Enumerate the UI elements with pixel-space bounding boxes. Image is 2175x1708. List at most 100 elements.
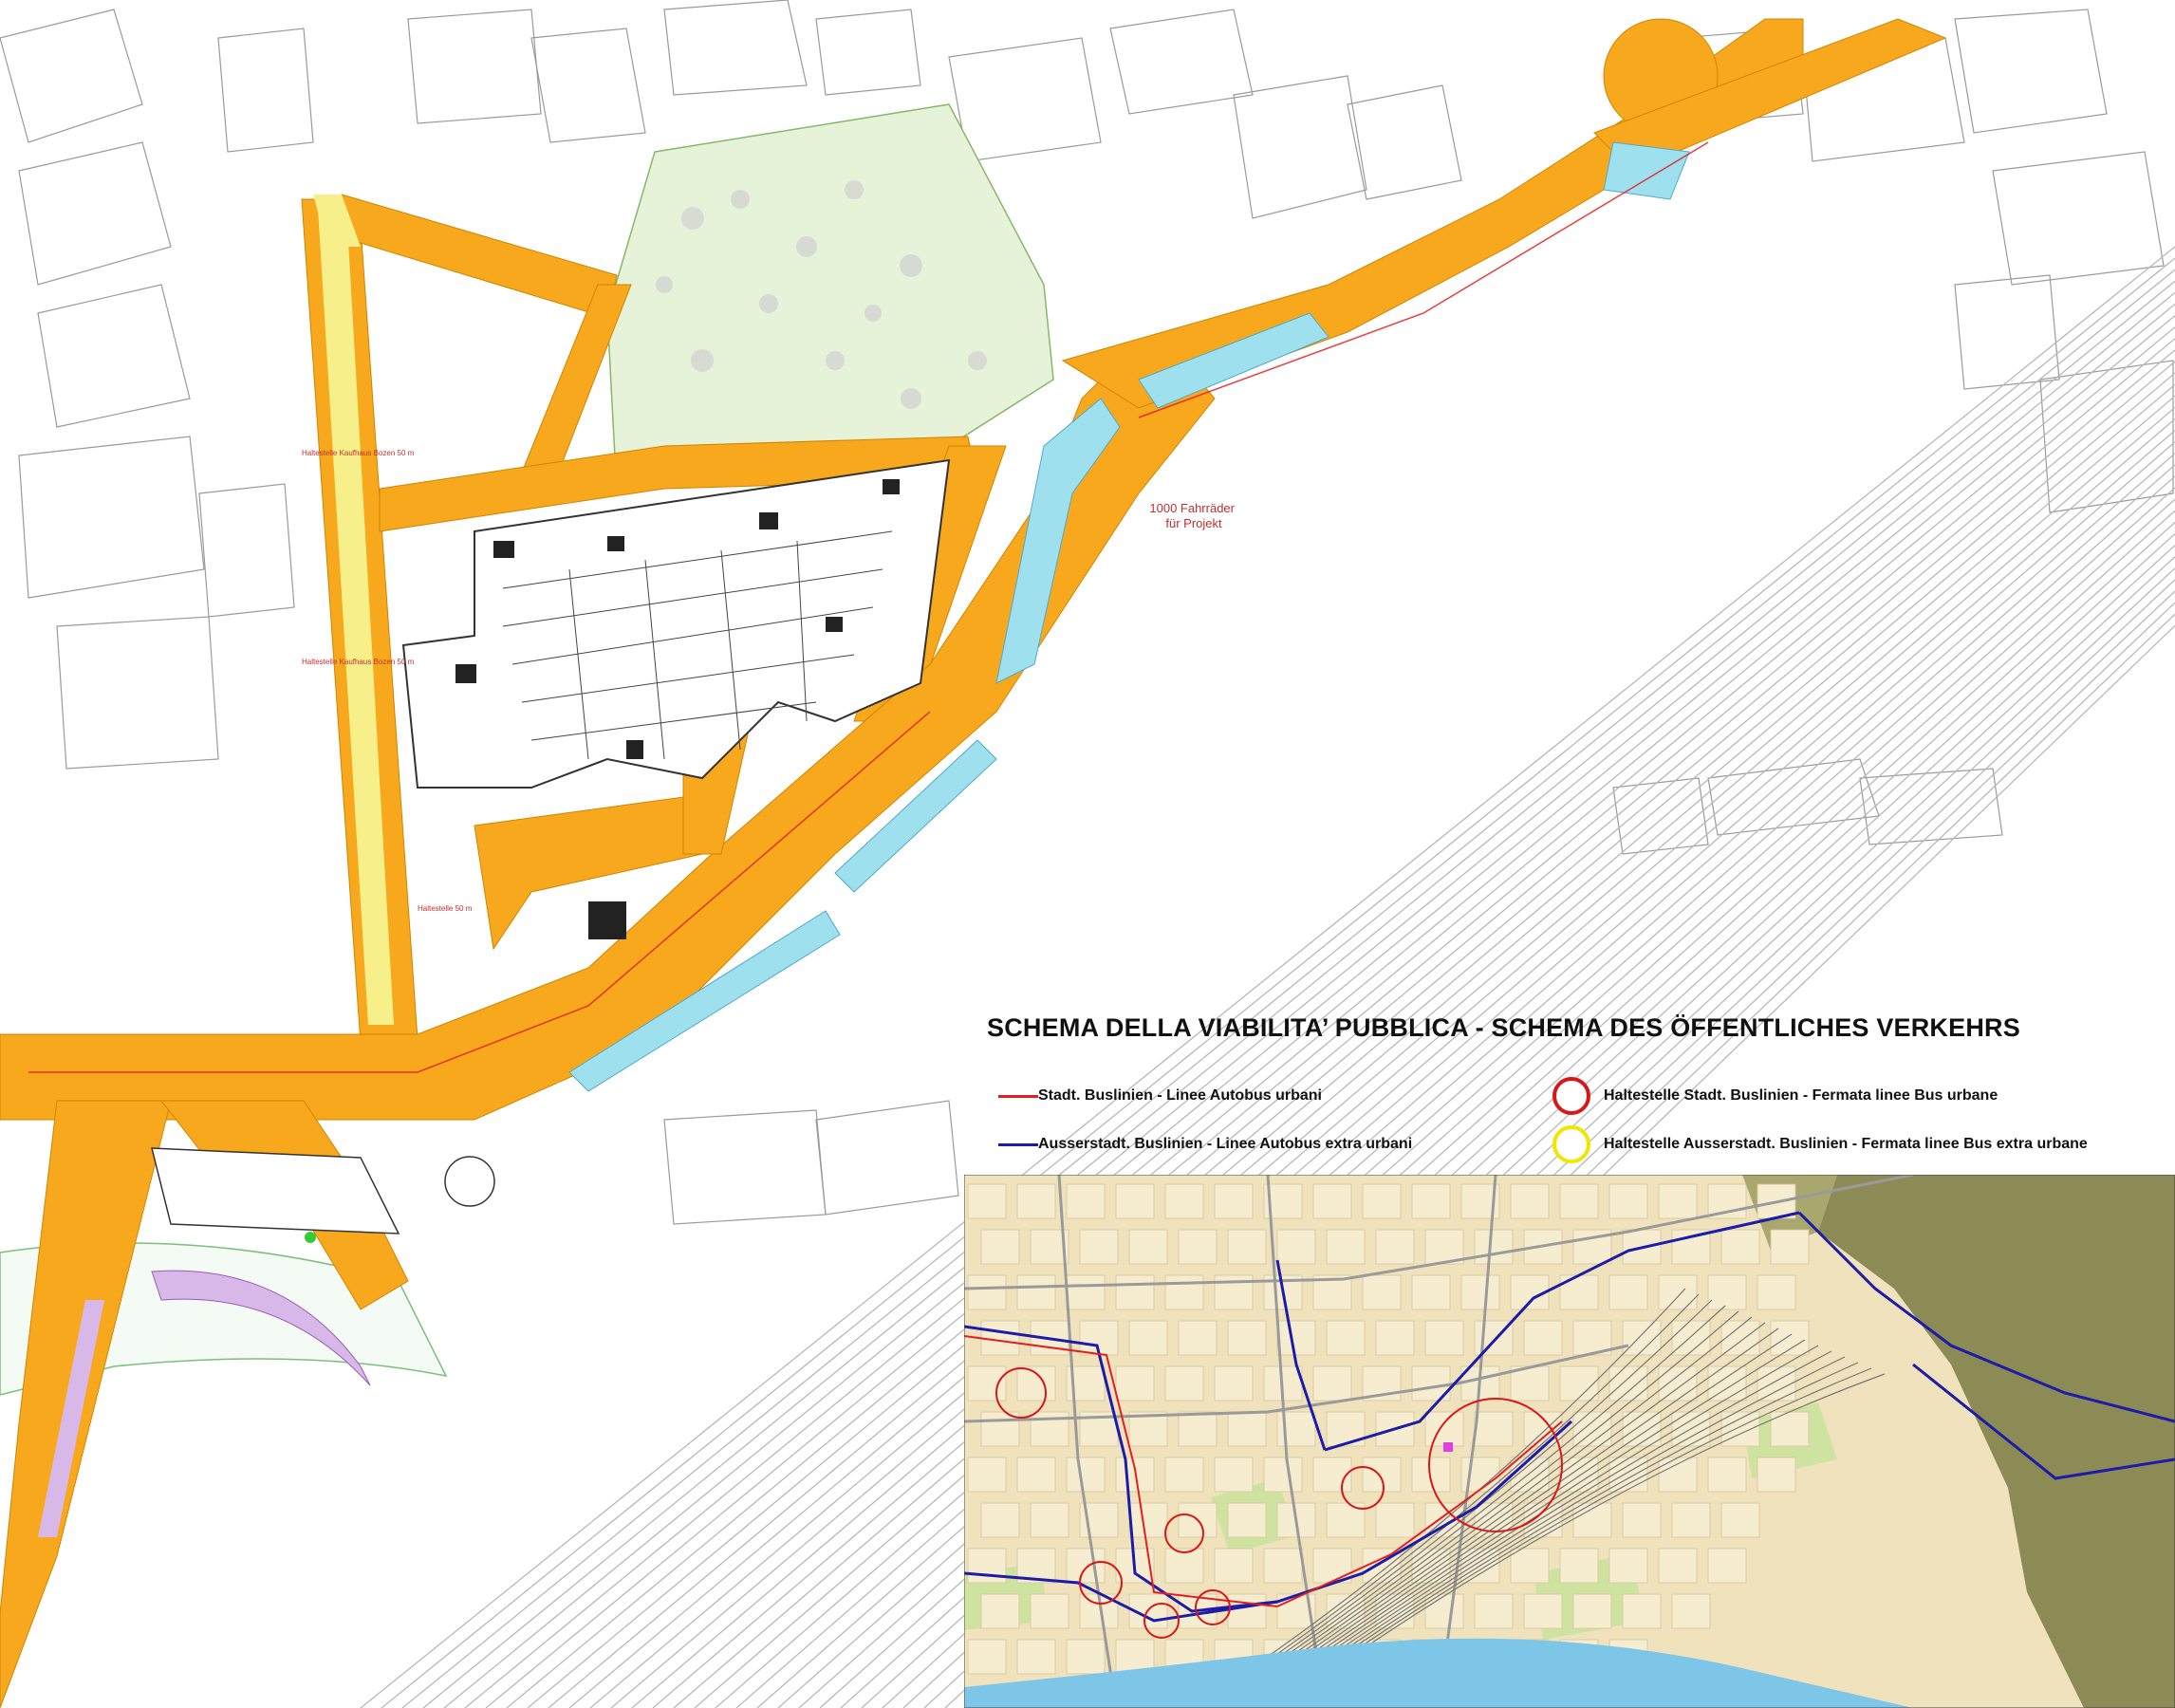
green-marker xyxy=(305,1232,316,1243)
city-block xyxy=(967,1183,1007,1219)
city-block xyxy=(1164,1457,1204,1493)
city-block xyxy=(1164,1548,1204,1584)
city-block xyxy=(1707,1548,1747,1584)
city-block xyxy=(1608,1457,1648,1493)
legend-label-extraurban-bus: Ausserstadt. Buslinien - Linee Autobus e… xyxy=(1038,1136,1413,1152)
legend-line-red xyxy=(998,1095,1038,1098)
city-block xyxy=(1227,1593,1267,1629)
city-block xyxy=(967,1365,1007,1402)
city-block xyxy=(1066,1639,1106,1675)
roundabout xyxy=(444,1156,495,1207)
inset-map xyxy=(964,1175,2175,1708)
city-block xyxy=(1757,1457,1796,1493)
city-block xyxy=(1411,1457,1451,1493)
city-block xyxy=(1164,1183,1204,1219)
city-block xyxy=(1214,1183,1254,1219)
city-block xyxy=(1115,1365,1155,1402)
city-block xyxy=(1757,1274,1796,1310)
city-block xyxy=(1326,1229,1366,1265)
stop-label: Haltestelle Kaufhaus Bozen 50 m xyxy=(302,449,415,457)
city-block xyxy=(1523,1593,1563,1629)
city-block xyxy=(1720,1502,1760,1538)
city-block xyxy=(1523,1320,1563,1356)
city-block xyxy=(1411,1274,1451,1310)
legend-label-urban-stop: Haltestelle Stadt. Buslinien - Fermata l… xyxy=(1604,1087,1998,1104)
city-block xyxy=(1720,1229,1760,1265)
legend-circle-red xyxy=(1552,1077,1590,1115)
legend-circle-yellow xyxy=(1552,1125,1590,1163)
city-block xyxy=(1016,1639,1056,1675)
city-block xyxy=(1227,1502,1267,1538)
city-block xyxy=(1411,1183,1451,1219)
city-block xyxy=(1523,1411,1563,1447)
legend-line-blue xyxy=(998,1143,1038,1146)
city-block xyxy=(1016,1183,1056,1219)
legend-label-urban-bus: Stadt. Buslinien - Linee Autobus urbani xyxy=(1038,1087,1322,1104)
city-block xyxy=(1128,1229,1168,1265)
city-block xyxy=(1214,1457,1254,1493)
city-block xyxy=(1510,1183,1550,1219)
city-block xyxy=(1424,1411,1464,1447)
city-block xyxy=(1658,1457,1698,1493)
city-block xyxy=(1608,1365,1648,1402)
city-block xyxy=(1572,1593,1612,1629)
city-block xyxy=(1276,1320,1316,1356)
city-block xyxy=(1622,1411,1662,1447)
city-block xyxy=(1707,1365,1747,1402)
stop-label: Haltestelle Kaufhaus Bozen 50 m xyxy=(302,658,415,666)
city-block xyxy=(1312,1365,1352,1402)
city-block xyxy=(1707,1457,1747,1493)
city-block xyxy=(1326,1320,1366,1356)
city-block xyxy=(1671,1593,1711,1629)
city-block xyxy=(1066,1457,1106,1493)
city-block xyxy=(1770,1320,1810,1356)
city-block xyxy=(1312,1183,1352,1219)
stop-label: Haltestelle 50 m xyxy=(418,904,473,913)
city-block xyxy=(1030,1593,1069,1629)
city-block xyxy=(1362,1457,1402,1493)
city-block xyxy=(1066,1183,1106,1219)
city-block xyxy=(1115,1183,1155,1219)
city-block xyxy=(1474,1411,1514,1447)
city-block xyxy=(1214,1365,1254,1402)
city-block xyxy=(1128,1320,1168,1356)
city-block xyxy=(1066,1274,1106,1310)
city-block xyxy=(1622,1593,1662,1629)
city-block xyxy=(1263,1548,1303,1584)
city-block xyxy=(1559,1548,1599,1584)
city-block xyxy=(1128,1502,1168,1538)
city-block xyxy=(1622,1502,1662,1538)
city-block xyxy=(1474,1229,1514,1265)
city-block xyxy=(1658,1548,1698,1584)
city-block xyxy=(980,1502,1020,1538)
city-block xyxy=(1608,1548,1648,1584)
city-block xyxy=(1016,1457,1056,1493)
city-block xyxy=(980,1320,1020,1356)
city-block xyxy=(1164,1274,1204,1310)
city-block xyxy=(1016,1274,1056,1310)
city-block xyxy=(980,1229,1020,1265)
city-block xyxy=(1510,1548,1550,1584)
city-block xyxy=(1707,1274,1747,1310)
city-block xyxy=(1658,1274,1698,1310)
city-block xyxy=(1079,1229,1119,1265)
city-block xyxy=(980,1593,1020,1629)
city-block xyxy=(1474,1593,1514,1629)
legend-label-extraurban-stop: Haltestelle Ausserstadt. Buslinien - Fer… xyxy=(1604,1136,2088,1152)
city-block xyxy=(1030,1502,1069,1538)
city-block xyxy=(1362,1183,1402,1219)
legend-title: SCHEMA DELLA VIABILITA’ PUBBLICA - SCHEM… xyxy=(987,1013,2020,1042)
city-block xyxy=(1178,1411,1218,1447)
city-block xyxy=(1178,1229,1218,1265)
city-block xyxy=(1263,1457,1303,1493)
city-block xyxy=(1016,1365,1056,1402)
city-block xyxy=(1375,1502,1415,1538)
city-block xyxy=(1276,1229,1316,1265)
city-block xyxy=(1362,1274,1402,1310)
city-block xyxy=(1214,1548,1254,1584)
city-block xyxy=(1227,1320,1267,1356)
city-block xyxy=(1375,1229,1415,1265)
city-block xyxy=(967,1639,1007,1675)
city-block xyxy=(1658,1365,1698,1402)
city-block xyxy=(1178,1320,1218,1356)
